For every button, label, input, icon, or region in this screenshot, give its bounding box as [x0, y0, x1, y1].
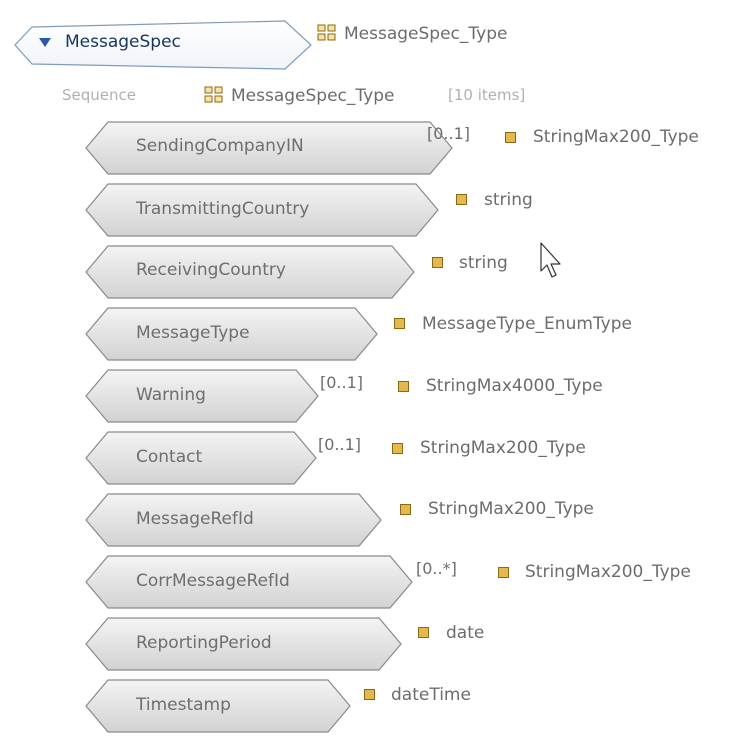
element-type: StringMax200_Type [420, 438, 586, 458]
sequence-item-count: [10 items] [448, 86, 526, 104]
element-name[interactable]: CorrMessageRefId [136, 573, 290, 590]
element-name[interactable]: ReceivingCountry [136, 262, 286, 279]
element-name[interactable]: SendingCompanyIN [136, 138, 304, 155]
complex-type-icon [317, 24, 336, 41]
element-name[interactable]: Timestamp [136, 697, 231, 714]
element-name[interactable]: TransmittingCountry [136, 201, 309, 218]
element-name[interactable]: Warning [136, 387, 206, 404]
simple-type-icon [456, 194, 467, 205]
element-name[interactable]: Contact [136, 449, 202, 466]
element-type: string [459, 253, 508, 273]
expand-triangle-icon[interactable] [39, 38, 51, 47]
element-type: StringMax200_Type [428, 499, 594, 519]
simple-type-icon [400, 504, 411, 515]
element-type: date [446, 623, 485, 643]
root-node-label[interactable]: MessageSpec [65, 34, 181, 51]
element-name[interactable]: MessageRefId [136, 511, 254, 528]
simple-type-icon [505, 132, 516, 143]
element-name[interactable]: ReportingPeriod [136, 635, 272, 652]
simple-type-icon [364, 689, 375, 700]
sequence-label: Sequence [62, 86, 136, 104]
element-type: dateTime [391, 685, 471, 705]
element-multiplicity: [0..*] [416, 559, 457, 578]
sequence-type-label: MessageSpec_Type [231, 86, 395, 106]
element-type: string [484, 190, 533, 210]
simple-type-icon [432, 257, 443, 268]
simple-type-icon [418, 627, 429, 638]
diagram-shapes [14, 20, 561, 733]
element-multiplicity: [0..1] [427, 124, 471, 143]
element-multiplicity: [0..1] [320, 373, 364, 392]
element-type: StringMax200_Type [533, 127, 699, 147]
simple-type-icon [498, 567, 509, 578]
simple-type-icon [398, 381, 409, 392]
simple-type-icon [392, 443, 403, 454]
element-name[interactable]: MessageType [136, 325, 250, 342]
element-type: MessageType_EnumType [422, 314, 632, 334]
complex-type-icon [204, 86, 223, 103]
mouse-pointer-icon [540, 242, 561, 278]
simple-type-icon [394, 318, 405, 329]
root-type-label: MessageSpec_Type [344, 24, 508, 44]
element-multiplicity: [0..1] [318, 435, 362, 454]
element-type: StringMax4000_Type [426, 376, 603, 396]
element-type: StringMax200_Type [525, 562, 691, 582]
schema-diagram: MessageSpec MessageSpec_Type Sequence Me… [0, 0, 735, 738]
